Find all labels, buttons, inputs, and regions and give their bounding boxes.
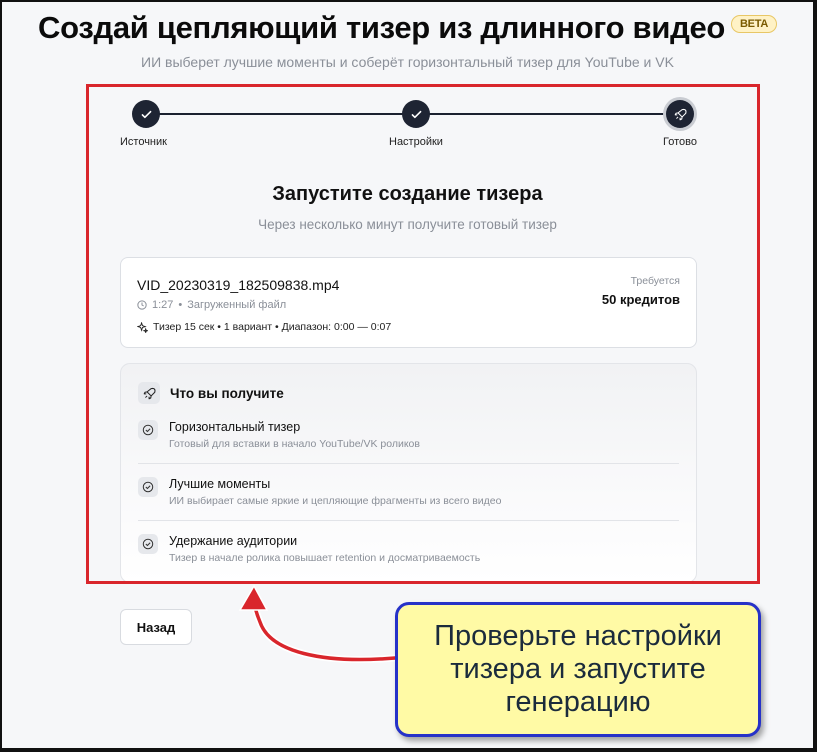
beta-badge: BETA [731,14,777,33]
page-title: Создай цепляющий тизер из длинного видео… [2,10,813,46]
callout-text: Проверьте настройки тизера и запустите г… [434,620,722,718]
page-title-text: Создай цепляющий тизер из длинного видео [38,10,726,45]
annotation-highlight-box [86,84,760,584]
screenshot-frame: Создай цепляющий тизер из длинного видео… [0,0,817,752]
back-button[interactable]: Назад [120,609,192,645]
page-subtitle: ИИ выберет лучшие моменты и соберёт гори… [141,54,674,70]
annotation-callout: Проверьте настройки тизера и запустите г… [395,602,761,737]
